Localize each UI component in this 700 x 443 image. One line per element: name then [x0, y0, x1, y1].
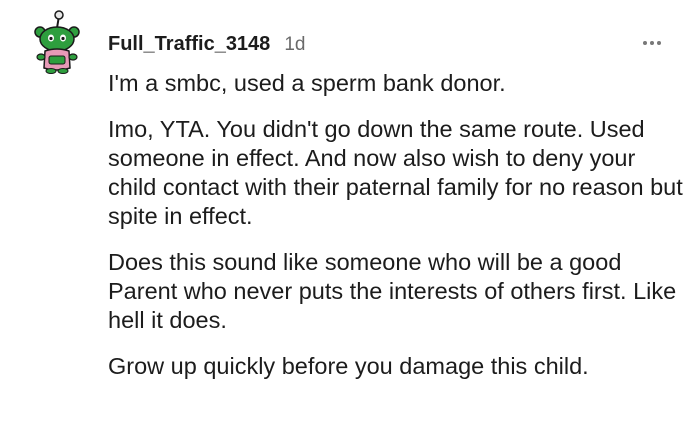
comment-paragraph: Grow up quickly before you damage this c…: [108, 353, 589, 379]
comment-header: Full_Traffic_3148 1d: [108, 33, 305, 57]
more-options-icon: [643, 41, 647, 45]
comment-paragraph: Imo, YTA. You didn't go down the same ro…: [108, 116, 683, 229]
avatar[interactable]: [28, 10, 86, 74]
more-options-button[interactable]: [640, 36, 664, 50]
snoo-avatar-icon: [34, 10, 80, 74]
comment-paragraph: I'm a smbc, used a sperm bank donor.: [108, 70, 506, 96]
comment-age[interactable]: 1d: [284, 34, 305, 56]
comment-paragraph: Does this sound like someone who will be…: [108, 249, 677, 333]
comment-author[interactable]: Full_Traffic_3148: [108, 33, 270, 56]
comment-body: I'm a smbc, used a sperm bank donor. Imo…: [108, 69, 688, 381]
